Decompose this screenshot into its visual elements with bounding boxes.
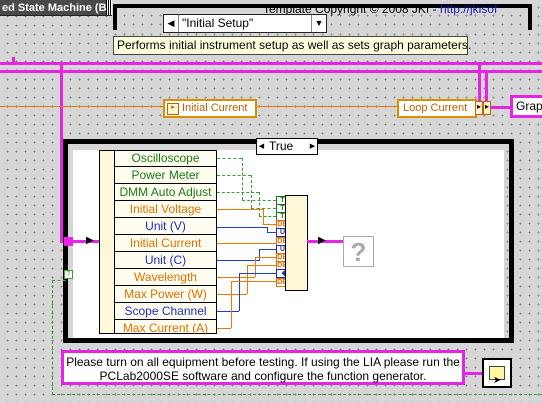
bool-tunnel-icon[interactable]: ? (64, 270, 73, 279)
wire-unit-c[interactable] (217, 260, 259, 261)
graph-indicator[interactable]: Grap (510, 95, 542, 118)
wire-initial-current[interactable] (217, 243, 276, 244)
true-case-selector[interactable]: ◀ True ▶ (256, 138, 318, 155)
initial-current-label: Initial Current (182, 102, 248, 114)
true-prev-icon[interactable]: ◀ (257, 139, 266, 154)
wire-arrow-out-icon: ▶ (318, 235, 326, 246)
unbundle-item-initial-current[interactable]: Initial Current (114, 235, 217, 252)
case-description: Performs initial instrument setup as wel… (113, 36, 471, 55)
dbl-terminal-icon: ▸ (167, 103, 179, 115)
unknown-subvi-icon[interactable]: ? (343, 236, 374, 267)
true-selector-value: True (269, 139, 294, 153)
wire-max-current-h (231, 281, 276, 282)
copyright-link[interactable]: http://jkisof (440, 2, 497, 16)
wire-max-current[interactable] (217, 328, 231, 329)
loop-current-label: Loop Current (403, 102, 468, 114)
case-selector-value: "Initial Setup" (182, 16, 254, 30)
loop-current-indicator[interactable]: Loop Current (397, 99, 477, 118)
unbundle-item-wavelength[interactable]: Wavelength (114, 269, 217, 286)
one-button-dialog-icon[interactable]: ➤ (482, 358, 512, 388)
wire-wavelength-h (255, 257, 276, 258)
unbundle-item-scope-channel[interactable]: Scope Channel (114, 303, 217, 320)
unbundle-item-dmm-auto-adjust[interactable]: DMM Auto Adjust (114, 184, 217, 201)
wire-unit-c-v (259, 249, 260, 261)
case-prev-icon[interactable]: ◀ (164, 15, 179, 32)
error-wire-to-graph (490, 106, 510, 109)
unbundle-item-unit-v[interactable]: Unit (V) (114, 218, 217, 235)
wire-unit-v[interactable] (217, 227, 267, 228)
wire-max-current-v (231, 281, 232, 328)
case-selector[interactable]: ◀ "Initial Setup" ▼ (163, 14, 327, 33)
error-wire-top[interactable] (0, 62, 542, 65)
graph-label: Grap (516, 99, 542, 113)
window-title-text: ed State Machine (Basic) v1.0 (2, 2, 112, 14)
wire-max-power[interactable] (217, 294, 247, 295)
wire-initial-voltage[interactable] (217, 209, 263, 210)
block-diagram[interactable]: ed State Machine (Basic) v1.0 Template C… (0, 0, 542, 403)
wire-arrow-icon: ▶ (86, 235, 94, 246)
wire-wavelength[interactable] (217, 277, 255, 278)
wire-unit-c-h (259, 249, 276, 250)
wire-scope-channel-h (239, 273, 276, 274)
title-pattern (106, 0, 112, 15)
unbundle-item-initial-voltage[interactable]: Initial Voltage (114, 201, 217, 218)
bool-wire-left[interactable] (52, 280, 54, 395)
wire-dmm-h (259, 216, 276, 218)
bundle-by-name[interactable] (285, 195, 308, 291)
shift-register-left-icon[interactable]: ▸ (475, 101, 483, 115)
true-next-icon[interactable]: ▶ (308, 139, 317, 154)
wire-scope-channel[interactable] (217, 311, 239, 312)
message-line-2: PCLab2000SE software and configure the f… (99, 369, 427, 383)
unbundle-item-max-power[interactable]: Max Power (W) (114, 286, 217, 303)
dbl-wire-in[interactable] (0, 106, 165, 107)
window-title: ed State Machine (Basic) v1.0 (0, 0, 112, 16)
unbundle-item-oscilloscope[interactable]: Oscilloscope (114, 150, 217, 167)
wire-max-power-h (247, 265, 276, 266)
unbundle-item-max-current[interactable]: Max Current (A) (114, 320, 217, 337)
wire-oscilloscope[interactable] (217, 158, 242, 160)
case-tunnel-icon[interactable] (64, 237, 73, 246)
message-constant[interactable]: Please turn on all equipment before test… (61, 350, 465, 385)
dialog-pointer-icon: ➤ (493, 375, 502, 386)
unbundle-item-power-meter[interactable]: Power Meter (114, 167, 217, 184)
wire-dmm[interactable] (217, 192, 259, 194)
bool-wire-stub (52, 280, 66, 282)
bool-wire-bottom[interactable] (52, 394, 542, 396)
case-dropdown-icon[interactable]: ▼ (311, 15, 326, 32)
wire-wavelength-v (255, 257, 256, 277)
wire-dmm-v (259, 192, 261, 216)
unbundle-strip (100, 151, 115, 333)
wire-power-meter[interactable] (217, 175, 251, 177)
initial-current-indicator[interactable]: ▸ Initial Current (163, 99, 257, 118)
error-wire-second[interactable] (0, 70, 542, 73)
wire-initial-voltage-h (263, 224, 276, 225)
unbundle-item-unit-c[interactable]: Unit (C) (114, 252, 217, 269)
wire-scope-channel-v (239, 273, 240, 311)
message-line-1: Please turn on all equipment before test… (66, 355, 460, 369)
shift-register-right-icon[interactable]: ▸ (483, 101, 491, 115)
wire-max-power-v (247, 265, 248, 294)
wire-initial-voltage-v (263, 209, 264, 224)
error-wire-stub-left (12, 57, 15, 65)
message-wire[interactable] (465, 372, 483, 375)
wire-unit-v-h (267, 232, 276, 233)
dbl-wire-mid[interactable] (256, 106, 398, 107)
